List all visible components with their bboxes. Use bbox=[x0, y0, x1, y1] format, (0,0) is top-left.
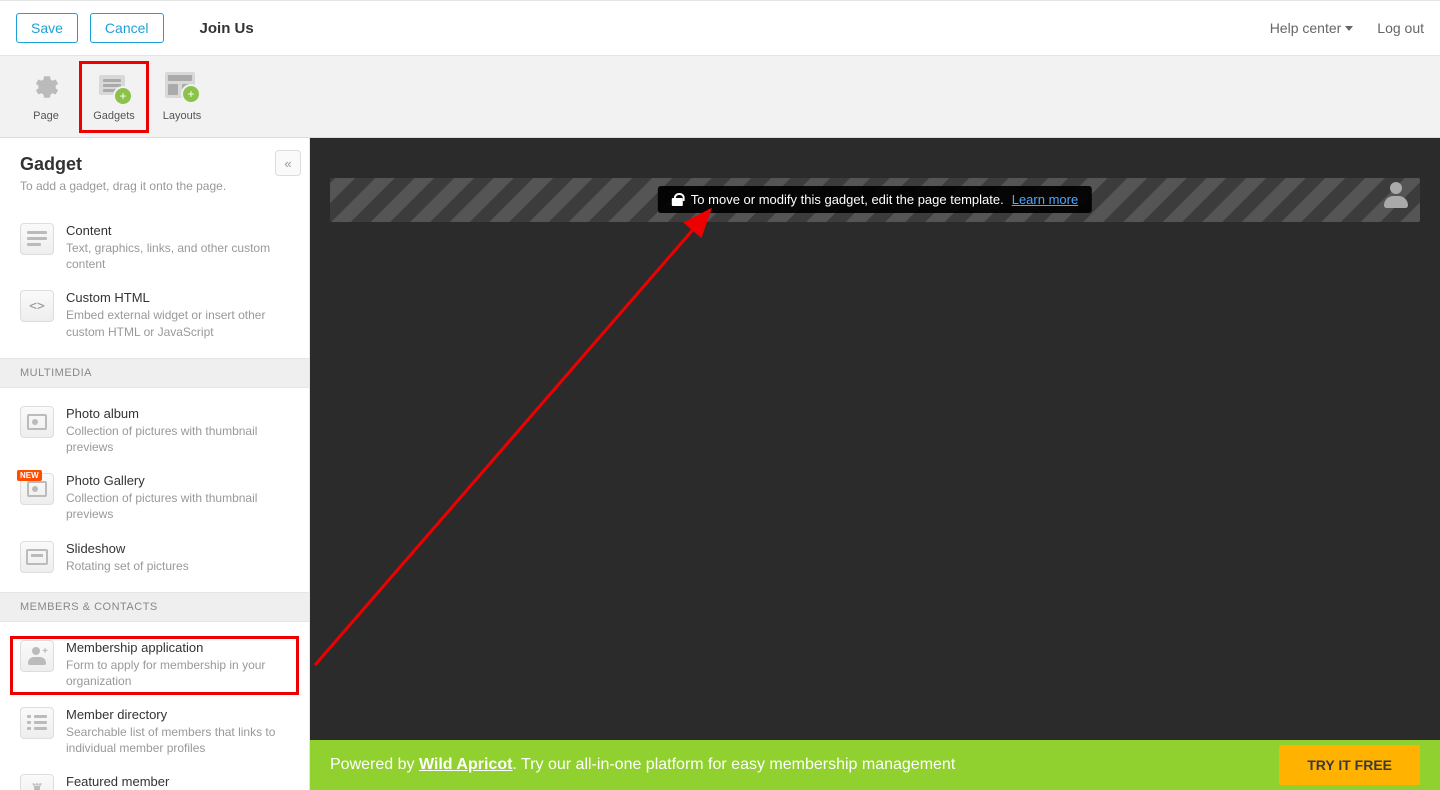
gadget-desc: Searchable list of members that links to… bbox=[66, 724, 289, 756]
gadget-label: Slideshow bbox=[66, 541, 289, 556]
gadgets-icon: + bbox=[97, 72, 131, 104]
gadget-label: Featured member bbox=[66, 774, 289, 789]
gear-icon bbox=[29, 72, 63, 104]
chevron-down-icon bbox=[1345, 26, 1353, 31]
gadget-desc: Embed external widget or insert other cu… bbox=[66, 307, 289, 339]
new-badge: NEW bbox=[17, 470, 42, 481]
photo-icon: NEW bbox=[20, 473, 54, 505]
gadget-group-multimedia: Photo album Collection of pictures with … bbox=[0, 388, 309, 584]
code-icon: <> bbox=[20, 290, 54, 322]
learn-more-link[interactable]: Learn more bbox=[1012, 192, 1078, 207]
gadget-content[interactable]: Content Text, graphics, links, and other… bbox=[0, 215, 309, 282]
gadget-label: Member directory bbox=[66, 707, 289, 722]
tool-layouts-label: Layouts bbox=[163, 110, 202, 122]
topbar: Save Cancel Join Us Help center Log out bbox=[0, 0, 1440, 56]
template-tooltip: To move or modify this gadget, edit the … bbox=[658, 186, 1092, 213]
try-free-button[interactable]: TRY IT FREE bbox=[1279, 745, 1420, 785]
gadget-label: Custom HTML bbox=[66, 290, 289, 305]
gadget-group-basic: Content Text, graphics, links, and other… bbox=[0, 205, 309, 350]
gadget-photo-album[interactable]: Photo album Collection of pictures with … bbox=[0, 398, 309, 465]
save-button[interactable]: Save bbox=[16, 13, 78, 43]
footer: Powered by Wild Apricot. Try our all-in-… bbox=[310, 740, 1440, 790]
gadget-desc: Rotating set of pictures bbox=[66, 558, 289, 574]
tool-gadgets-label: Gadgets bbox=[93, 110, 135, 122]
sidebar-subtitle: To add a gadget, drag it onto the page. bbox=[20, 179, 289, 193]
content-icon bbox=[20, 223, 54, 255]
tool-page[interactable]: Page bbox=[12, 62, 80, 132]
tool-page-label: Page bbox=[33, 110, 59, 122]
section-members: MEMBERS & CONTACTS bbox=[0, 592, 309, 622]
cancel-button[interactable]: Cancel bbox=[90, 13, 164, 43]
gadget-photo-gallery[interactable]: NEW Photo Gallery Collection of pictures… bbox=[0, 465, 309, 532]
logout-link[interactable]: Log out bbox=[1377, 20, 1424, 36]
footer-prefix: Powered by bbox=[330, 756, 419, 773]
topbar-right: Help center Log out bbox=[1270, 20, 1424, 36]
gadget-desc: Collection of pictures with thumbnail pr… bbox=[66, 490, 289, 522]
tool-layouts[interactable]: + Layouts bbox=[148, 62, 216, 132]
help-center-label: Help center bbox=[1270, 20, 1342, 36]
gadget-label: Photo Gallery bbox=[66, 473, 289, 488]
lock-icon bbox=[672, 193, 683, 206]
gadget-group-members: + Membership application Form to apply f… bbox=[0, 622, 309, 790]
help-center-dropdown[interactable]: Help center bbox=[1270, 20, 1354, 36]
gadget-label: Content bbox=[66, 223, 289, 238]
page-title: Join Us bbox=[200, 20, 254, 37]
avatar-icon bbox=[1382, 180, 1410, 208]
list-icon bbox=[20, 707, 54, 739]
sidebar-header: Gadget To add a gadget, drag it onto the… bbox=[0, 138, 309, 205]
gadget-custom-html[interactable]: <> Custom HTML Embed external widget or … bbox=[0, 282, 309, 349]
gadget-member-directory[interactable]: Member directory Searchable list of memb… bbox=[0, 699, 309, 766]
featured-icon: ♜ bbox=[20, 774, 54, 790]
main: Gadget To add a gadget, drag it onto the… bbox=[0, 138, 1440, 790]
slideshow-icon bbox=[20, 541, 54, 573]
footer-brand-link[interactable]: Wild Apricot bbox=[419, 756, 512, 773]
gadget-label: Membership application bbox=[66, 640, 289, 655]
gadget-membership-application[interactable]: + Membership application Form to apply f… bbox=[8, 634, 301, 697]
person-add-icon: + bbox=[20, 640, 54, 672]
layouts-icon: + bbox=[165, 72, 199, 104]
tooltip-text: To move or modify this gadget, edit the … bbox=[691, 192, 1004, 207]
photo-icon bbox=[20, 406, 54, 438]
footer-suffix: . Try our all-in-one platform for easy m… bbox=[512, 756, 955, 773]
gadget-desc: Collection of pictures with thumbnail pr… bbox=[66, 423, 289, 455]
plus-icon: + bbox=[183, 86, 199, 102]
sidebar: Gadget To add a gadget, drag it onto the… bbox=[0, 138, 310, 790]
gadget-featured-member[interactable]: ♜ Featured member Display random member(… bbox=[0, 766, 309, 790]
sidebar-title: Gadget bbox=[20, 154, 289, 175]
tool-gadgets[interactable]: + Gadgets bbox=[80, 62, 148, 132]
section-multimedia: MULTIMEDIA bbox=[0, 358, 309, 388]
footer-text: Powered by Wild Apricot. Try our all-in-… bbox=[330, 756, 955, 774]
gadget-desc: Form to apply for membership in your org… bbox=[66, 657, 289, 689]
toolbar: Page + Gadgets + Layouts bbox=[0, 56, 1440, 138]
gadget-label: Photo album bbox=[66, 406, 289, 421]
gadget-desc: Text, graphics, links, and other custom … bbox=[66, 240, 289, 272]
collapse-sidebar-button[interactable]: « bbox=[275, 150, 301, 176]
plus-icon: + bbox=[115, 88, 131, 104]
canvas: To move or modify this gadget, edit the … bbox=[310, 138, 1440, 790]
gadget-slideshow[interactable]: Slideshow Rotating set of pictures bbox=[0, 533, 309, 584]
topbar-left: Save Cancel Join Us bbox=[16, 13, 254, 43]
